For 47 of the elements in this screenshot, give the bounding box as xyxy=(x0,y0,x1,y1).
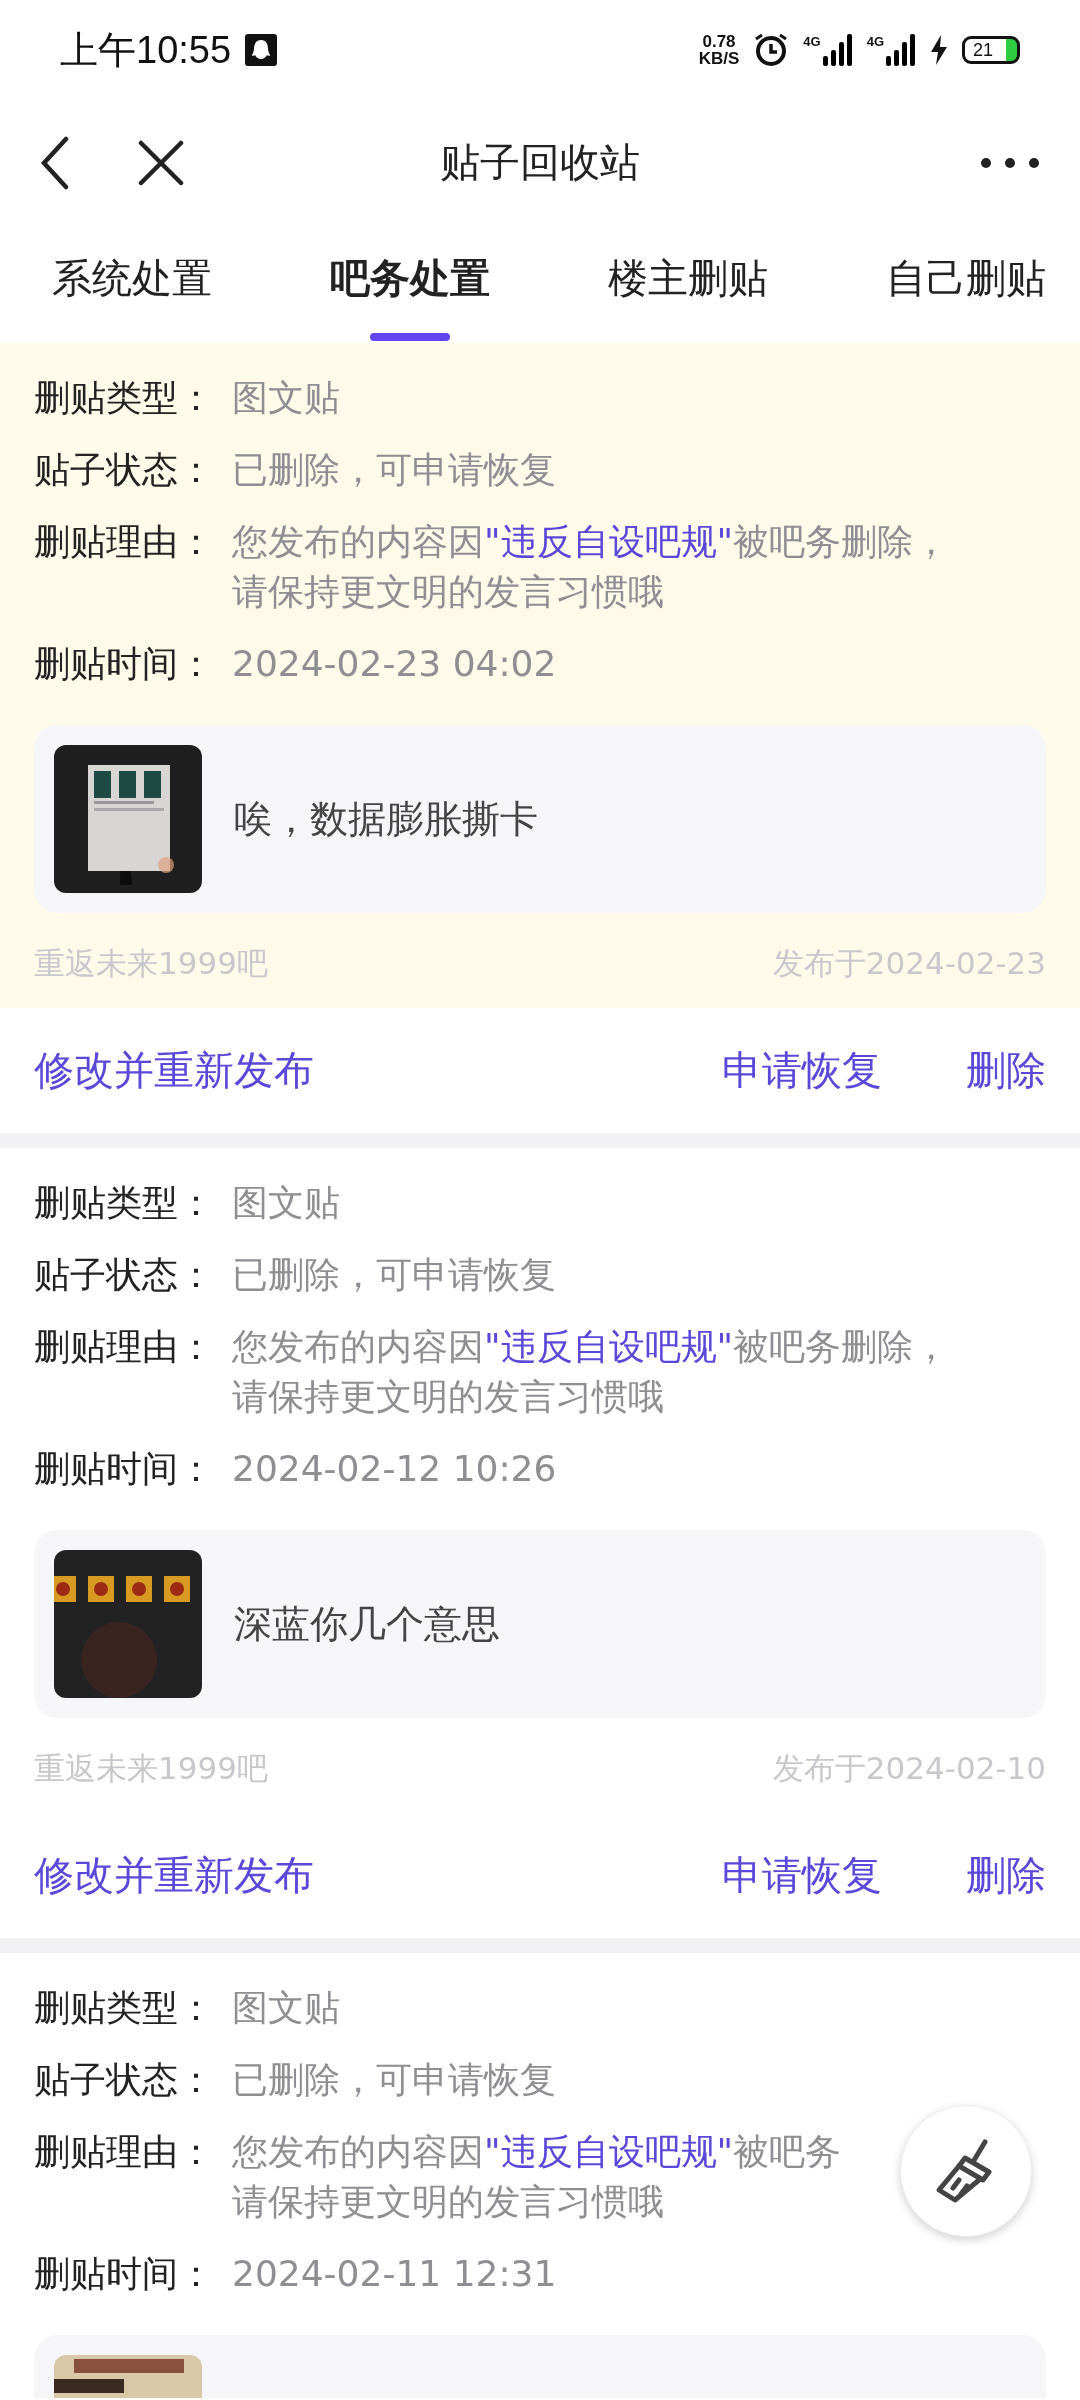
post-preview[interactable]: 唉，数据膨胀撕卡 xyxy=(34,725,1046,913)
deletion-reason: 您发布的内容因"违反自设吧规"被吧务删除， 请保持更文明的发言习惯哦 xyxy=(232,520,950,614)
charging-icon xyxy=(930,35,948,65)
back-icon[interactable] xyxy=(40,135,70,190)
tab[interactable]: 系统处置 xyxy=(52,225,212,343)
tab[interactable]: 吧务处置 xyxy=(330,225,490,343)
field-label: 删贴类型： xyxy=(34,1181,215,1225)
more-icon[interactable] xyxy=(980,156,1040,169)
field-label: 删贴理由： xyxy=(34,1325,215,1369)
field-value: 图文贴 xyxy=(232,1181,340,1225)
field-label: 删贴时间： xyxy=(34,1447,215,1491)
action-link[interactable]: 删除 xyxy=(966,1043,1046,1098)
deletion-reason: 您发布的内容因"违反自设吧规"被吧务删除， 请保持更文明的发言习惯哦 xyxy=(232,1325,950,1419)
field-label: 删贴理由： xyxy=(34,520,215,564)
battery-indicator: 21 xyxy=(962,36,1020,64)
field-value: 2024-02-11 12:31 xyxy=(232,2252,557,2296)
field-label: 删贴类型： xyxy=(34,1986,215,2030)
field-label: 贴子状态： xyxy=(34,448,215,492)
close-icon[interactable] xyxy=(138,139,184,186)
field-label: 删贴时间： xyxy=(34,642,215,686)
field-value: 图文贴 xyxy=(232,376,340,420)
field-value: 2024-02-23 04:02 xyxy=(232,642,557,686)
deletion-reason: 您发布的内容因"违反自设吧规"被吧务 请保持更文明的发言习惯哦 xyxy=(232,2130,842,2224)
post-title: 深蓝你几个意思 xyxy=(234,1600,500,1648)
field-value: 图文贴 xyxy=(232,1986,340,2030)
field-value: 2024-02-12 10:26 xyxy=(232,1447,557,1491)
field-label: 删贴时间： xyxy=(34,2252,215,2296)
field-label: 删贴类型： xyxy=(34,376,215,420)
field-value: 已删除，可申请恢复 xyxy=(232,2058,556,2102)
page-title: 贴子回收站 xyxy=(440,139,640,185)
field-value: 已删除，可申请恢复 xyxy=(232,1253,556,1297)
field-label: 删贴理由： xyxy=(34,2130,215,2174)
tab[interactable]: 自己删贴 xyxy=(886,225,1046,343)
action-link[interactable]: 修改并重新发布 xyxy=(34,1043,314,1098)
action-link[interactable]: 修改并重新发布 xyxy=(34,1848,314,1903)
post-title: 唉，数据膨胀撕卡 xyxy=(234,795,538,843)
field-label: 贴子状态： xyxy=(34,1253,215,1297)
field-value: 已删除，可申请恢复 xyxy=(232,448,556,492)
network-speed: 0.78 KB/S xyxy=(698,33,740,67)
notification-icon xyxy=(245,34,278,66)
status-time: 上午10:55 xyxy=(60,27,232,73)
action-link[interactable]: 申请恢复 xyxy=(722,1043,882,1098)
action-link[interactable]: 删除 xyxy=(966,1848,1046,1903)
tab[interactable]: 楼主删贴 xyxy=(608,225,768,343)
action-link[interactable]: 申请恢复 xyxy=(722,1848,882,1903)
field-label: 贴子状态： xyxy=(34,2058,215,2102)
post-preview[interactable]: 深蓝你几个意思 xyxy=(34,1530,1046,1718)
